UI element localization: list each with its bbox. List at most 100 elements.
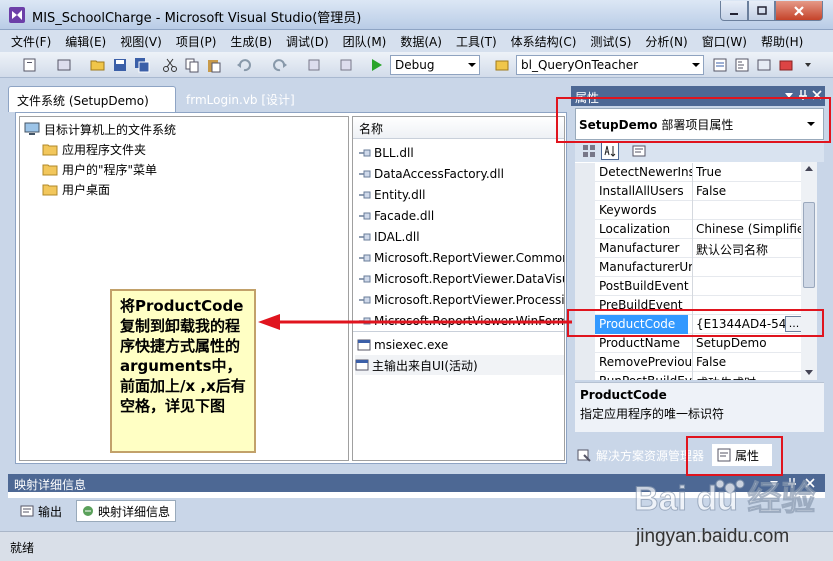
menu-item[interactable]: 调试(D) [279, 33, 336, 50]
property-row[interactable]: Keywords [575, 201, 817, 220]
redo-icon[interactable] [272, 57, 288, 73]
tree-item-application-folder[interactable]: 应用程序文件夹 [42, 140, 146, 158]
property-description: ProductCode 指定应用程序的唯一标识符 [575, 382, 824, 432]
solution-explorer-icon [577, 449, 591, 462]
file-item[interactable]: Entity.dll [357, 185, 425, 205]
column-header-name[interactable]: 名称 [353, 117, 564, 139]
property-row[interactable]: InstallAllUsers False [575, 182, 817, 201]
property-pages-icon[interactable] [631, 143, 647, 159]
navigate-backward-icon[interactable] [306, 57, 322, 73]
close-icon [794, 5, 804, 16]
solution-config-combo[interactable]: Debug [390, 55, 480, 75]
property-value[interactable]: 成功生成时 [696, 374, 814, 380]
save-all-icon[interactable] [134, 57, 150, 73]
file-item[interactable]: BLL.dll [357, 143, 414, 163]
save-icon[interactable] [112, 57, 128, 73]
solution-explorer-icon[interactable] [712, 57, 728, 73]
property-value[interactable]: Chinese (Simplified) [696, 222, 814, 236]
property-row[interactable]: PostBuildEvent [575, 277, 817, 296]
tree-item-programs-menu[interactable]: 用户的"程序"菜单 [42, 160, 157, 178]
categorized-icon[interactable] [581, 143, 597, 159]
tab-frmlogin-design[interactable]: frmLogin.vb [设计] [178, 86, 318, 112]
file-item[interactable]: Microsoft.ReportViewer.ProcessingObjectM… [357, 290, 564, 310]
find-in-files-icon[interactable] [494, 57, 510, 73]
property-value[interactable]: 默认公司名称 [696, 241, 814, 258]
menu-item[interactable]: 窗口(W) [695, 33, 754, 50]
minimize-button[interactable] [720, 1, 748, 21]
scroll-down-icon[interactable] [804, 369, 814, 377]
menu-item[interactable]: 视图(V) [113, 33, 169, 50]
tree-root[interactable]: 目标计算机上的文件系统 [24, 120, 176, 138]
file-item[interactable]: 主输出来自UI(活动) [355, 355, 564, 375]
property-row[interactable]: RunPostBuildEv 成功生成时 [575, 372, 817, 380]
scroll-thumb[interactable] [803, 202, 815, 288]
open-folder-icon[interactable] [90, 57, 106, 73]
tab-output[interactable]: 输出 [16, 500, 72, 522]
menu-item[interactable]: 数据(A) [393, 33, 449, 50]
menu-item[interactable]: 体系结构(C) [504, 33, 584, 50]
file-item-label: Facade.dll [374, 209, 435, 223]
menu-item[interactable]: 团队(M) [336, 33, 394, 50]
file-item[interactable]: Microsoft.ReportViewer.Common.dll [357, 248, 564, 268]
undo-icon[interactable] [236, 57, 252, 73]
executable-icon [355, 359, 369, 371]
menu-item[interactable]: 生成(B) [223, 33, 279, 50]
maximize-button[interactable] [748, 1, 775, 21]
menu-item[interactable]: 项目(P) [169, 33, 224, 50]
paste-icon[interactable] [206, 57, 222, 73]
property-row[interactable]: DetectNewerIns True [575, 163, 817, 182]
copy-icon[interactable] [184, 57, 200, 73]
file-item-label: BLL.dll [374, 146, 414, 160]
navigate-forward-icon[interactable] [338, 57, 354, 73]
document-tabs: 文件系统 (SetupDemo) frmLogin.vb [设计] [8, 86, 564, 112]
find-combo[interactable]: bl_QueryOnTeacher [516, 55, 704, 75]
toolbox-icon[interactable] [778, 57, 794, 73]
property-grid-scrollbar[interactable] [801, 162, 817, 380]
property-separator [692, 239, 693, 258]
properties-window-icon[interactable] [734, 57, 750, 73]
tab-filesystem[interactable]: 文件系统 (SetupDemo) [8, 86, 176, 112]
start-debugging-icon[interactable] [368, 57, 384, 73]
tree-item-user-desktop[interactable]: 用户桌面 [42, 180, 110, 198]
new-project-icon[interactable] [22, 57, 38, 73]
file-item[interactable]: Facade.dll [357, 206, 434, 226]
property-row[interactable]: ManufacturerUr [575, 258, 817, 277]
property-row[interactable]: Localization Chinese (Simplified) [575, 220, 817, 239]
alphabetical-icon[interactable] [601, 142, 619, 160]
assembly-icon [359, 254, 371, 262]
property-row[interactable]: Manufacturer 默认公司名称 [575, 239, 817, 258]
visual-studio-icon [8, 6, 26, 24]
cut-icon[interactable] [162, 57, 178, 73]
menu-item[interactable]: 文件(F) [4, 33, 58, 50]
menu-item[interactable]: 编辑(E) [58, 33, 113, 50]
menu-item[interactable]: 分析(N) [638, 33, 694, 50]
property-value[interactable]: False [696, 184, 814, 198]
close-button[interactable] [775, 1, 823, 21]
menu-item[interactable]: 工具(T) [449, 33, 504, 50]
property-row[interactable]: RemovePrevious False [575, 353, 817, 372]
tab-mapping-details[interactable]: 映射详细信息 [76, 500, 176, 522]
window-title: MIS_SchoolCharge - Microsoft Visual Stud… [32, 11, 362, 26]
file-item[interactable]: IDAL.dll [357, 227, 420, 247]
toolbar-options-icon[interactable] [800, 57, 816, 73]
property-value[interactable]: True [696, 165, 814, 179]
output-icon [20, 505, 34, 517]
property-gutter [575, 220, 595, 239]
assembly-icon [359, 275, 371, 283]
property-value[interactable]: False [696, 355, 814, 369]
file-item-label: 主输出来自UI(活动) [372, 358, 478, 373]
object-browser-icon[interactable] [756, 57, 772, 73]
file-item[interactable]: Microsoft.ReportViewer.DataVisualization… [357, 269, 564, 289]
add-item-icon[interactable] [56, 57, 72, 73]
minimize-icon [730, 12, 738, 15]
menu-item[interactable]: 测试(S) [583, 33, 638, 50]
property-value[interactable]: SetupDemo [696, 336, 814, 350]
scroll-up-icon[interactable] [804, 164, 814, 172]
menu-item[interactable]: 帮助(H) [754, 33, 810, 50]
assembly-icon [359, 191, 371, 199]
highlight-productcode-row [567, 309, 824, 337]
tab-output-label: 输出 [38, 504, 63, 519]
property-gutter [575, 182, 595, 201]
file-item[interactable]: DataAccessFactory.dll [357, 164, 504, 184]
file-item[interactable]: msiexec.exe [357, 335, 448, 355]
